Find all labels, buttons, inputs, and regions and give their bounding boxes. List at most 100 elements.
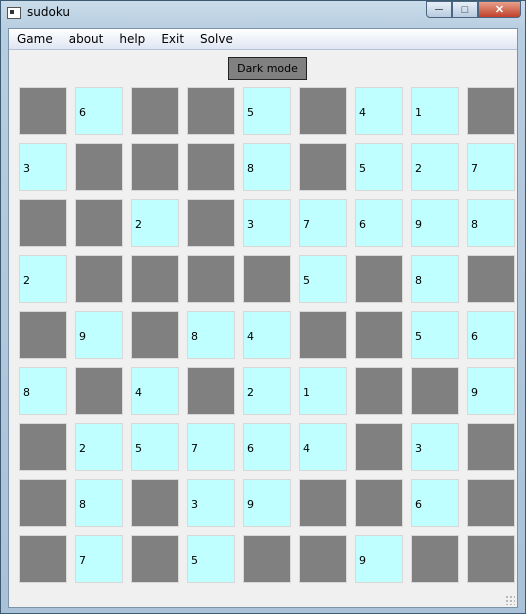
sudoku-cell-r3-c3[interactable]: 2	[131, 199, 179, 247]
sudoku-cell-r9-c3[interactable]	[131, 535, 179, 583]
sudoku-cell-r7-c7[interactable]	[355, 423, 403, 471]
sudoku-cell-r1-c2[interactable]: 6	[75, 87, 123, 135]
menu-solve[interactable]: Solve	[192, 29, 241, 49]
sudoku-cell-r8-c2[interactable]: 8	[75, 479, 123, 527]
sudoku-cell-r9-c5[interactable]	[243, 535, 291, 583]
sudoku-cell-r6-c7[interactable]	[355, 367, 403, 415]
sudoku-cell-r4-c4[interactable]	[187, 255, 235, 303]
sudoku-cell-r5-c3[interactable]	[131, 311, 179, 359]
sudoku-cell-r8-c6[interactable]	[299, 479, 347, 527]
sudoku-cell-r7-c6[interactable]: 4	[299, 423, 347, 471]
cell-value: 7	[303, 218, 310, 231]
menu-help[interactable]: help	[111, 29, 153, 49]
sudoku-cell-r8-c1[interactable]	[19, 479, 67, 527]
sudoku-cell-r6-c3[interactable]: 4	[131, 367, 179, 415]
sudoku-cell-r3-c6[interactable]: 7	[299, 199, 347, 247]
sudoku-cell-r2-c7[interactable]: 5	[355, 143, 403, 191]
close-button[interactable]: ✕	[478, 1, 521, 18]
sudoku-cell-r3-c8[interactable]: 9	[411, 199, 459, 247]
cell-value: 6	[359, 218, 366, 231]
sudoku-cell-r4-c1[interactable]: 2	[19, 255, 67, 303]
sudoku-cell-r5-c4[interactable]: 8	[187, 311, 235, 359]
minimize-button[interactable]: ─	[426, 1, 452, 18]
sudoku-cell-r2-c2[interactable]	[75, 143, 123, 191]
sudoku-cell-r7-c3[interactable]: 5	[131, 423, 179, 471]
maximize-button[interactable]: □	[452, 1, 478, 18]
sudoku-cell-r4-c9[interactable]	[467, 255, 515, 303]
sudoku-cell-r8-c8[interactable]: 6	[411, 479, 459, 527]
sudoku-cell-r1-c7[interactable]: 4	[355, 87, 403, 135]
sudoku-cell-r9-c6[interactable]	[299, 535, 347, 583]
sudoku-cell-r7-c2[interactable]: 2	[75, 423, 123, 471]
sudoku-cell-r1-c4[interactable]	[187, 87, 235, 135]
sudoku-cell-r8-c7[interactable]	[355, 479, 403, 527]
sudoku-cell-r4-c7[interactable]	[355, 255, 403, 303]
sudoku-cell-r3-c1[interactable]	[19, 199, 67, 247]
sudoku-cell-r5-c8[interactable]: 5	[411, 311, 459, 359]
sudoku-cell-r2-c6[interactable]	[299, 143, 347, 191]
sudoku-cell-r7-c8[interactable]: 3	[411, 423, 459, 471]
sudoku-cell-r7-c4[interactable]: 7	[187, 423, 235, 471]
sudoku-cell-r6-c2[interactable]	[75, 367, 123, 415]
cell-value: 3	[191, 498, 198, 511]
sudoku-cell-r5-c9[interactable]: 6	[467, 311, 515, 359]
menu-game[interactable]: Game	[9, 29, 61, 49]
sudoku-cell-r1-c3[interactable]	[131, 87, 179, 135]
cell-value: 5	[359, 162, 366, 175]
sudoku-cell-r7-c9[interactable]	[467, 423, 515, 471]
dark-mode-button[interactable]: Dark mode	[228, 57, 307, 80]
sudoku-cell-r5-c1[interactable]	[19, 311, 67, 359]
cell-value: 7	[79, 554, 86, 567]
sudoku-cell-r1-c1[interactable]	[19, 87, 67, 135]
sudoku-cell-r6-c5[interactable]: 2	[243, 367, 291, 415]
sudoku-cell-r3-c2[interactable]	[75, 199, 123, 247]
sudoku-cell-r6-c9[interactable]: 9	[467, 367, 515, 415]
resize-grip-icon[interactable]	[505, 595, 515, 605]
title-bar[interactable]: sudoku ─ □ ✕	[1, 1, 525, 27]
cell-value: 2	[79, 442, 86, 455]
sudoku-cell-r1-c5[interactable]: 5	[243, 87, 291, 135]
sudoku-cell-r6-c8[interactable]	[411, 367, 459, 415]
sudoku-cell-r8-c9[interactable]	[467, 479, 515, 527]
sudoku-cell-r5-c6[interactable]	[299, 311, 347, 359]
sudoku-cell-r1-c8[interactable]: 1	[411, 87, 459, 135]
sudoku-cell-r9-c2[interactable]: 7	[75, 535, 123, 583]
sudoku-cell-r2-c1[interactable]: 3	[19, 143, 67, 191]
sudoku-cell-r2-c4[interactable]	[187, 143, 235, 191]
sudoku-cell-r7-c5[interactable]: 6	[243, 423, 291, 471]
sudoku-cell-r5-c7[interactable]	[355, 311, 403, 359]
sudoku-cell-r4-c6[interactable]: 5	[299, 255, 347, 303]
sudoku-cell-r6-c1[interactable]: 8	[19, 367, 67, 415]
sudoku-cell-r4-c3[interactable]	[131, 255, 179, 303]
cell-value: 6	[247, 442, 254, 455]
menu-exit[interactable]: Exit	[153, 29, 192, 49]
sudoku-cell-r9-c1[interactable]	[19, 535, 67, 583]
sudoku-cell-r6-c6[interactable]: 1	[299, 367, 347, 415]
sudoku-cell-r7-c1[interactable]	[19, 423, 67, 471]
sudoku-cell-r9-c9[interactable]	[467, 535, 515, 583]
sudoku-cell-r3-c5[interactable]: 3	[243, 199, 291, 247]
sudoku-cell-r9-c4[interactable]: 5	[187, 535, 235, 583]
sudoku-cell-r2-c9[interactable]: 7	[467, 143, 515, 191]
cell-value: 8	[79, 498, 86, 511]
sudoku-cell-r2-c8[interactable]: 2	[411, 143, 459, 191]
sudoku-cell-r5-c2[interactable]: 9	[75, 311, 123, 359]
sudoku-cell-r5-c5[interactable]: 4	[243, 311, 291, 359]
sudoku-cell-r2-c5[interactable]: 8	[243, 143, 291, 191]
sudoku-cell-r1-c6[interactable]	[299, 87, 347, 135]
sudoku-cell-r6-c4[interactable]	[187, 367, 235, 415]
sudoku-cell-r8-c5[interactable]: 9	[243, 479, 291, 527]
sudoku-cell-r4-c5[interactable]	[243, 255, 291, 303]
sudoku-cell-r4-c2[interactable]	[75, 255, 123, 303]
sudoku-cell-r8-c4[interactable]: 3	[187, 479, 235, 527]
sudoku-cell-r2-c3[interactable]	[131, 143, 179, 191]
sudoku-cell-r4-c8[interactable]: 8	[411, 255, 459, 303]
sudoku-cell-r3-c4[interactable]	[187, 199, 235, 247]
menu-about[interactable]: about	[61, 29, 112, 49]
sudoku-cell-r9-c7[interactable]: 9	[355, 535, 403, 583]
sudoku-cell-r1-c9[interactable]	[467, 87, 515, 135]
sudoku-cell-r9-c8[interactable]	[411, 535, 459, 583]
sudoku-cell-r3-c7[interactable]: 6	[355, 199, 403, 247]
sudoku-cell-r3-c9[interactable]: 8	[467, 199, 515, 247]
sudoku-cell-r8-c3[interactable]	[131, 479, 179, 527]
